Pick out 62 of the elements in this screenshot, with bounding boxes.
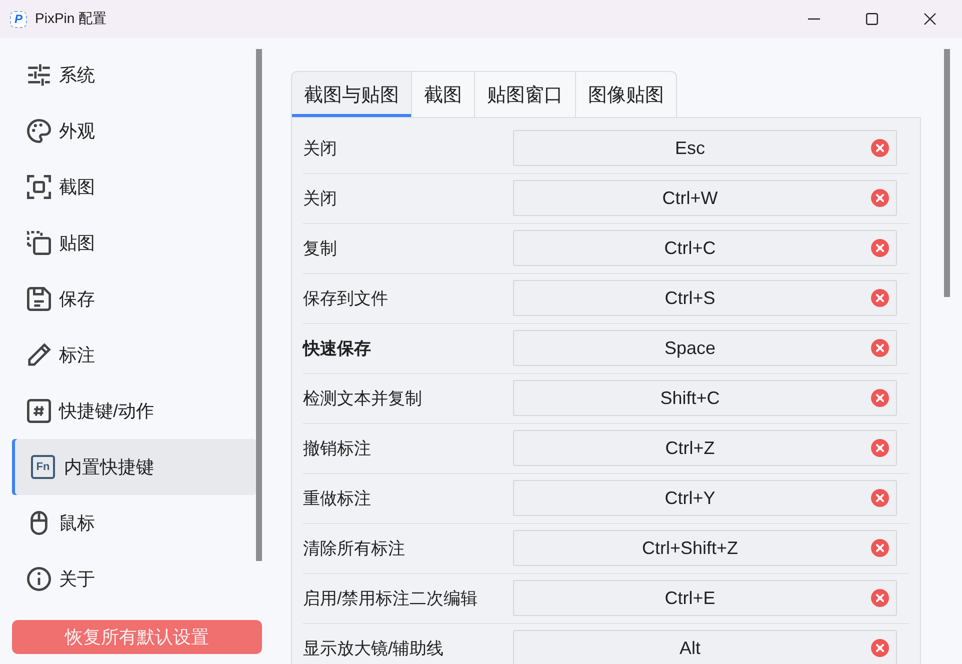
shortcut-field[interactable]: Space xyxy=(513,330,897,366)
sidebar-item[interactable]: Fn 内置快捷键 xyxy=(12,439,256,495)
app-logo: P xyxy=(10,10,27,28)
close-icon xyxy=(924,13,936,25)
sidebar-item[interactable]: 系统 xyxy=(12,47,256,103)
sidebar-item[interactable]: 贴图 xyxy=(12,215,256,271)
tab[interactable]: 截图 xyxy=(412,71,475,117)
scrollbar-thumb[interactable] xyxy=(256,49,262,561)
tab[interactable]: 截图与贴图 xyxy=(291,71,412,117)
shortcut-label: 显示放大镜/辅助线 xyxy=(303,638,445,660)
shortcut-field[interactable]: Alt xyxy=(513,630,897,664)
window-title: PixPin 配置 xyxy=(35,10,107,28)
clear-icon[interactable] xyxy=(871,289,889,307)
sidebar-item[interactable]: 关于 xyxy=(12,551,256,607)
clear-icon[interactable] xyxy=(871,189,889,207)
shortcut-field[interactable]: Ctrl+Shift+Z xyxy=(513,530,897,566)
shortcut-label: 关闭 xyxy=(303,138,338,160)
shortcut-label: 关闭 xyxy=(303,188,338,210)
shortcut-label: 清除所有标注 xyxy=(303,538,406,560)
clear-icon[interactable] xyxy=(871,239,889,257)
shortcut-field[interactable]: Ctrl+S xyxy=(513,280,897,316)
scrollbar-thumb[interactable] xyxy=(944,49,950,297)
clear-icon[interactable] xyxy=(871,539,889,557)
copy-squares-icon xyxy=(27,231,51,255)
fn-key-icon: Fn xyxy=(31,455,55,479)
sidebar-item[interactable]: 标注 xyxy=(12,327,256,383)
clear-icon[interactable] xyxy=(871,139,889,157)
pencil-icon xyxy=(27,343,51,367)
sidebar-item[interactable]: 截图 xyxy=(12,159,256,215)
shortcut-field[interactable]: Ctrl+W xyxy=(513,180,897,216)
shortcut-field[interactable]: Shift+C xyxy=(513,380,897,416)
clear-icon[interactable] xyxy=(871,339,889,357)
sidebar-item[interactable]: 鼠标 xyxy=(12,495,256,551)
shortcut-label: 重做标注 xyxy=(303,488,372,510)
sliders-icon xyxy=(27,63,51,87)
sidebar-item[interactable]: 保存 xyxy=(12,271,256,327)
tab[interactable]: 图像贴图 xyxy=(576,71,677,117)
shortcut-label: 保存到文件 xyxy=(303,288,389,310)
palette-icon xyxy=(27,119,51,143)
shortcut-field[interactable]: Ctrl+C xyxy=(513,230,897,266)
tab[interactable]: 贴图窗口 xyxy=(475,71,576,117)
sidebar-item[interactable]: 快捷键/动作 xyxy=(12,383,256,439)
shortcut-field[interactable]: Ctrl+E xyxy=(513,580,897,616)
clear-icon[interactable] xyxy=(871,489,889,507)
shortcut-label: 复制 xyxy=(303,238,338,260)
shortcut-label: 检测文本并复制 xyxy=(303,388,423,410)
clear-icon[interactable] xyxy=(871,389,889,407)
shortcut-label: 快速保存 xyxy=(303,338,372,360)
capture-frame-icon xyxy=(27,175,51,199)
hash-icon xyxy=(27,399,51,423)
shortcut-label: 撤销标注 xyxy=(303,438,372,460)
clear-icon[interactable] xyxy=(871,439,889,457)
maximize-icon xyxy=(866,13,878,25)
info-icon xyxy=(27,567,51,591)
sidebar-item[interactable]: 外观 xyxy=(12,103,256,159)
shortcut-field[interactable]: Esc xyxy=(513,130,897,166)
shortcut-field[interactable]: Ctrl+Z xyxy=(513,430,897,466)
clear-icon[interactable] xyxy=(871,589,889,607)
shortcut-field[interactable]: Ctrl+Y xyxy=(513,480,897,516)
clear-icon[interactable] xyxy=(871,639,889,657)
shortcut-label: 启用/禁用标注二次编辑 xyxy=(303,588,479,610)
minimize-icon xyxy=(808,18,820,20)
